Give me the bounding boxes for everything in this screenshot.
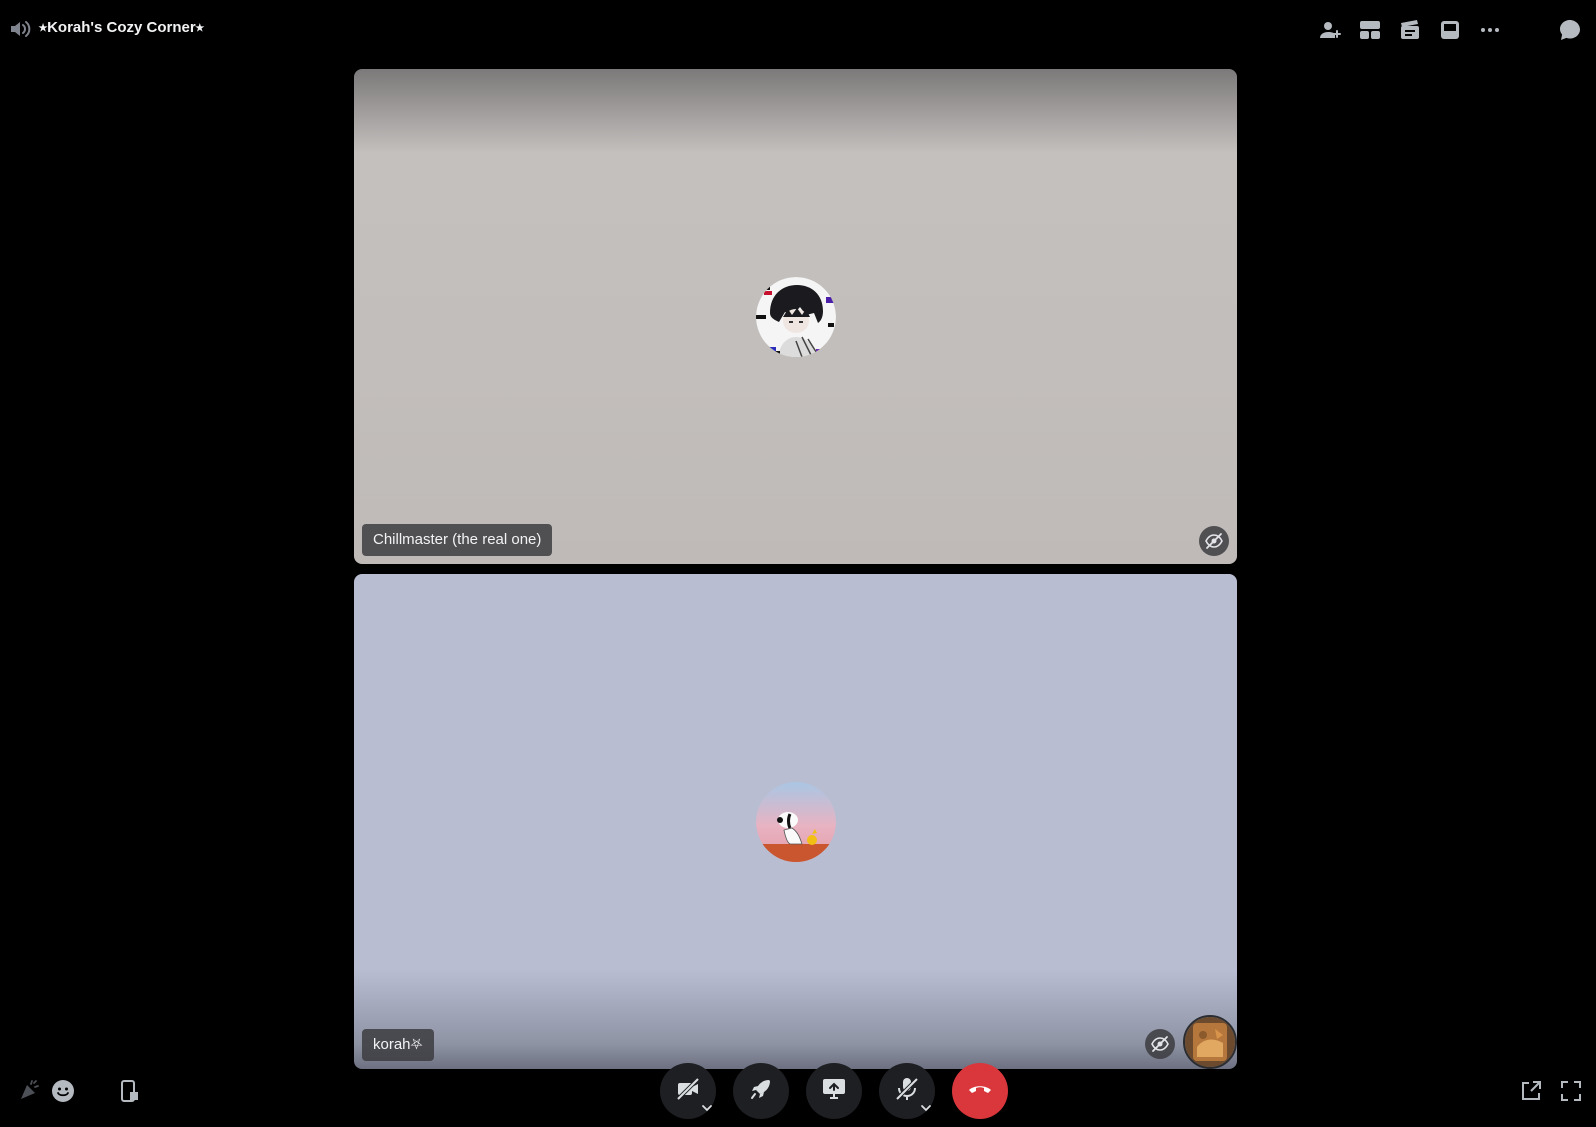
mute-toggle-button[interactable]	[879, 1063, 935, 1119]
camera-off-icon	[675, 1076, 701, 1107]
chevron-down-icon[interactable]	[700, 1101, 714, 1115]
top-bar: ⭑Korah's Cozy Corner⭑	[0, 0, 1596, 58]
end-call-icon	[967, 1076, 993, 1107]
more-icon[interactable]	[1476, 16, 1504, 44]
invite-icon[interactable]	[1316, 16, 1344, 44]
soundboard-icon[interactable]	[15, 1077, 43, 1105]
grid-layout-icon[interactable]	[1356, 16, 1384, 44]
anime-boy-avatar	[755, 276, 836, 357]
inbox-icon[interactable]	[1436, 16, 1464, 44]
screen-share-button[interactable]	[806, 1063, 862, 1119]
end-call-button[interactable]	[952, 1063, 1008, 1119]
pop-out-icon[interactable]	[1517, 1077, 1545, 1105]
participant-tile[interactable]: korah⛧	[354, 574, 1237, 1069]
activities-icon[interactable]	[1396, 16, 1424, 44]
activity-rocket-icon	[748, 1076, 774, 1107]
chat-icon[interactable]	[1556, 16, 1584, 44]
stream-off-icon	[1199, 526, 1229, 556]
mic-off-icon	[894, 1076, 920, 1107]
chevron-down-icon[interactable]	[919, 1101, 933, 1115]
speaker-icon	[8, 17, 32, 41]
fullscreen-icon[interactable]	[1557, 1077, 1585, 1105]
snoopy-avatar	[755, 781, 836, 862]
participant-name: Chillmaster (the real one)	[362, 524, 553, 556]
emoji-icon[interactable]	[49, 1077, 77, 1105]
participant-tile[interactable]: Chillmaster (the real one)	[354, 69, 1237, 564]
bottom-controls-bar	[0, 1052, 1596, 1127]
camera-toggle-button[interactable]	[660, 1063, 716, 1119]
mobile-handoff-icon[interactable]	[115, 1077, 143, 1105]
channel-title: ⭑Korah's Cozy Corner⭑	[39, 19, 204, 36]
screen-share-icon	[821, 1076, 847, 1107]
activity-button[interactable]	[733, 1063, 789, 1119]
